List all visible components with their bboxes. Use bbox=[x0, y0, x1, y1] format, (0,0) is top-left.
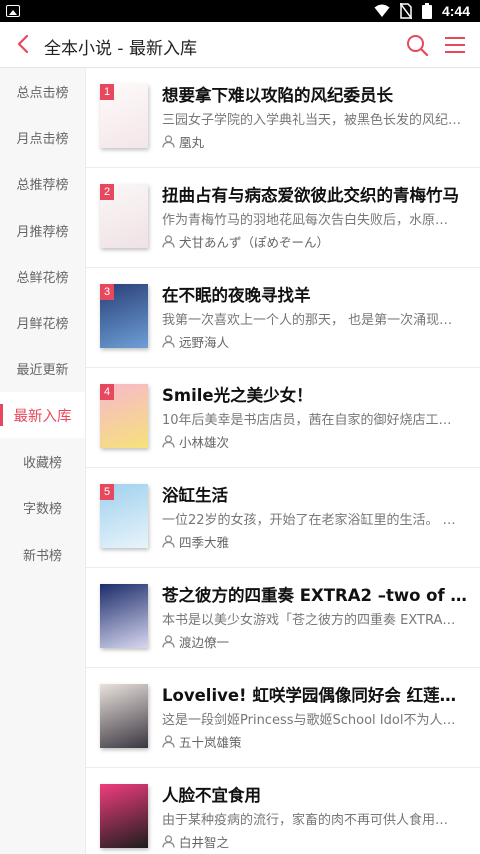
user-icon bbox=[162, 835, 175, 848]
author-name: 犬甘あんず（ぽめぞーん） bbox=[179, 235, 330, 250]
status-time: 4:44 bbox=[441, 3, 470, 19]
list-item[interactable]: 2 扭曲占有与病态爱欲彼此交织的青梅竹马作为青梅竹马的羽地花凪每次告白失败后，水原… bbox=[86, 168, 480, 268]
book-title: Lovelive! 虹咲学园偶像同好会 红莲的剑姬 bbox=[162, 686, 468, 705]
user-icon bbox=[162, 435, 175, 448]
author-name: 白井智之 bbox=[179, 835, 230, 850]
author-name: 五十岚雄策 bbox=[179, 735, 242, 750]
book-author: 渡边僚一 bbox=[162, 632, 229, 651]
list-item[interactable]: Lovelive! 虹咲学园偶像同好会 红莲的剑姬这是一段剑姬Princess与… bbox=[86, 668, 480, 768]
author-name: 远野海人 bbox=[179, 335, 230, 350]
list-item[interactable]: 1 想要拿下难以攻陷的风纪委员长三园女子学院的入学典礼当天，被黑色长发的风纪委员长… bbox=[86, 68, 480, 168]
book-description: 这是一段剑姬Princess与歌姬School Idol不为人… bbox=[162, 713, 456, 728]
user-icon bbox=[162, 135, 175, 148]
rank-badge: 1 bbox=[100, 84, 114, 100]
menu-icon[interactable] bbox=[443, 34, 467, 56]
sidebar-item-total-clicks[interactable]: 总点击榜 bbox=[0, 68, 85, 114]
wifi-icon bbox=[374, 4, 390, 17]
book-cover[interactable]: 2 bbox=[100, 184, 148, 248]
battery-icon bbox=[421, 3, 432, 19]
list-item[interactable]: 4 Smile光之美少女！ 10年后美幸是书店店员，茜在自家的御好烧店工… 小林雄次 bbox=[86, 368, 480, 468]
book-description: 由于某种疫病的流行，家畜的肉不再可供人食用… bbox=[162, 813, 449, 828]
book-list: 1 想要拿下难以攻陷的风纪委员长三园女子学院的入学典礼当天，被黑色长发的风纪委员长… bbox=[86, 68, 480, 854]
sidebar-item-total-recommend[interactable]: 总推荐榜 bbox=[0, 161, 85, 207]
book-title: 扭曲占有与病态爱欲彼此交织的青梅竹马 bbox=[162, 186, 459, 205]
rank-badge: 4 bbox=[100, 384, 114, 400]
book-author: 五十岚雄策 bbox=[162, 732, 242, 751]
sidebar-item-monthly-flowers[interactable]: 月鲜花榜 bbox=[0, 299, 85, 345]
book-title: 苍之彼方的四重奏 EXTRA2 –two of a kind– bbox=[162, 586, 468, 605]
author-name: 渡边僚一 bbox=[179, 635, 230, 650]
rank-badge: 2 bbox=[100, 184, 114, 200]
book-author: 四季大雅 bbox=[162, 532, 229, 551]
sidebar-item-monthly-recommend[interactable]: 月推荐榜 bbox=[0, 207, 85, 253]
gallery-notification-icon bbox=[6, 5, 20, 17]
user-icon bbox=[162, 635, 175, 648]
book-cover[interactable] bbox=[100, 584, 148, 648]
book-cover[interactable]: 5 bbox=[100, 484, 148, 548]
search-icon[interactable] bbox=[405, 33, 429, 57]
book-author: 小林雄次 bbox=[162, 432, 229, 451]
list-item[interactable]: 3 在不眠的夜晚寻找羊我第一次喜欢上一个人的那天， 也是第一次涌现… 远野海人 bbox=[86, 268, 480, 368]
book-description: 10年后美幸是书店店员，茜在自家的御好烧店工… bbox=[162, 413, 452, 428]
app-bar: 全本小说 - 最新入库 bbox=[0, 22, 480, 68]
book-title: 想要拿下难以攻陷的风纪委员长 bbox=[162, 86, 393, 105]
author-name: 四季大雅 bbox=[179, 535, 230, 550]
book-author: 凰丸 bbox=[162, 132, 204, 151]
sidebar-item-recently-updated[interactable]: 最近更新 bbox=[0, 346, 85, 392]
book-author: 犬甘あんず（ぽめぞーん） bbox=[162, 232, 329, 251]
book-cover[interactable] bbox=[100, 784, 148, 848]
book-title: 浴缸生活 bbox=[162, 486, 228, 505]
book-title: 在不眠的夜晚寻找羊 bbox=[162, 286, 311, 305]
back-arrow-icon[interactable] bbox=[12, 32, 36, 56]
sidebar-item-newest[interactable]: 最新入库 bbox=[0, 392, 85, 439]
status-icons: 4:44 bbox=[374, 3, 470, 19]
status-bar: 4:44 bbox=[0, 0, 480, 22]
book-author: 白井智之 bbox=[162, 832, 229, 851]
user-icon bbox=[162, 335, 175, 348]
book-title: 人脸不宜食用 bbox=[162, 786, 261, 805]
sidebar-item-word-count[interactable]: 字数榜 bbox=[0, 485, 85, 531]
book-cover[interactable] bbox=[100, 684, 148, 748]
book-description: 作为青梅竹马的羽地花凪每次告白失败后，水原… bbox=[162, 213, 449, 228]
category-sidebar: 总点击榜 月点击榜 总推荐榜 月推荐榜 总鲜花榜 月鲜花榜 最近更新 最新入库 … bbox=[0, 68, 86, 854]
book-description: 三园女子学院的入学典礼当天，被黑色长发的风纪委员长… bbox=[162, 113, 462, 128]
list-item[interactable]: 苍之彼方的四重奏 EXTRA2 –two of a kind– 本书是以美少女游戏… bbox=[86, 568, 480, 668]
no-sim-icon bbox=[399, 3, 412, 19]
user-icon bbox=[162, 735, 175, 748]
book-title: Smile光之美少女！ bbox=[162, 386, 313, 405]
sidebar-item-monthly-clicks[interactable]: 月点击榜 bbox=[0, 114, 85, 160]
rank-badge: 3 bbox=[100, 284, 114, 300]
user-icon bbox=[162, 535, 175, 548]
book-author: 远野海人 bbox=[162, 332, 229, 351]
user-icon bbox=[162, 235, 175, 248]
rank-badge: 5 bbox=[100, 484, 114, 500]
sidebar-item-favorites[interactable]: 收藏榜 bbox=[0, 438, 85, 484]
author-name: 小林雄次 bbox=[179, 435, 230, 450]
book-cover[interactable]: 4 bbox=[100, 384, 148, 448]
book-cover[interactable]: 3 bbox=[100, 284, 148, 348]
author-name: 凰丸 bbox=[179, 135, 205, 150]
book-description: 本书是以美少女游戏「苍之彼方的四重奏 EXTRA… bbox=[162, 613, 456, 628]
sidebar-item-new-books[interactable]: 新书榜 bbox=[0, 531, 85, 577]
book-description: 我第一次喜欢上一个人的那天， 也是第一次涌现… bbox=[162, 313, 453, 328]
page-title: 全本小说 - 最新入库 bbox=[44, 39, 197, 59]
sidebar-item-total-flowers[interactable]: 总鲜花榜 bbox=[0, 253, 85, 299]
list-item[interactable]: 人脸不宜食用由于某种疫病的流行，家畜的肉不再可供人食用… 白井智之 bbox=[86, 768, 480, 854]
book-description: 一位22岁的女孩，开始了在老家浴缸里的生活。 … bbox=[162, 513, 456, 528]
list-item[interactable]: 5 浴缸生活一位22岁的女孩，开始了在老家浴缸里的生活。 … 四季大雅 bbox=[86, 468, 480, 568]
book-cover[interactable]: 1 bbox=[100, 84, 148, 148]
